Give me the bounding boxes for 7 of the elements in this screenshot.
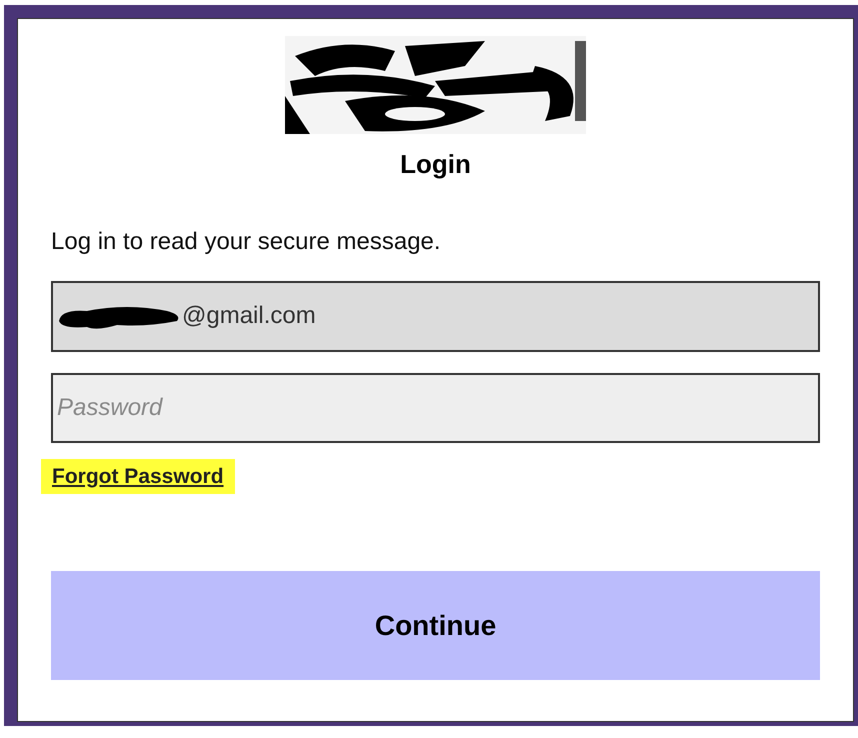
forgot-password-link[interactable]: Forgot Password xyxy=(41,458,235,494)
page-title: Login xyxy=(400,148,471,180)
intro-text: Log in to read your secure message. xyxy=(51,226,442,256)
email-field[interactable]: @gmail.com xyxy=(51,280,820,352)
email-value: @gmail.com xyxy=(182,301,316,331)
password-field[interactable]: Password xyxy=(51,372,820,442)
continue-button[interactable]: Continue xyxy=(51,571,820,680)
